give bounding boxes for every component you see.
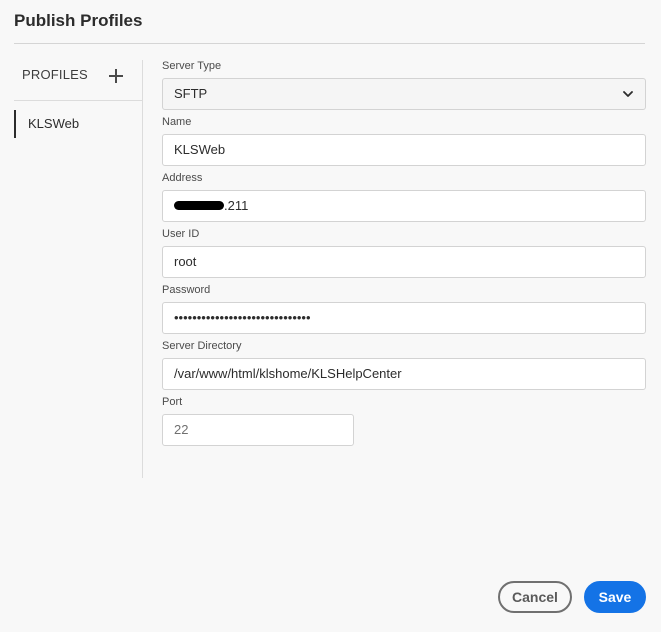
redaction-mark — [174, 201, 224, 211]
title-divider — [14, 43, 645, 44]
server-type-select[interactable]: SFTP — [162, 78, 646, 110]
port-value: 22 — [174, 422, 189, 437]
password-value: •••••••••••••••••••••••••••••• — [174, 310, 311, 325]
name-input[interactable]: KLSWeb — [162, 134, 646, 166]
user-id-value: root — [174, 254, 197, 269]
plus-icon[interactable] — [109, 69, 123, 83]
server-directory-label: Server Directory — [162, 340, 242, 352]
password-label: Password — [162, 284, 211, 296]
dialog-title: Publish Profiles — [14, 11, 143, 30]
address-input[interactable]: .211 — [162, 190, 646, 222]
server-type-label: Server Type — [162, 60, 222, 72]
profiles-sidebar: PROFILES KLSWeb — [14, 60, 143, 478]
profile-item-label: KLSWeb — [28, 116, 80, 131]
port-input[interactable]: 22 — [162, 414, 354, 446]
user-id-input[interactable]: root — [162, 246, 646, 278]
cancel-button[interactable]: Cancel — [498, 581, 572, 613]
port-label: Port — [162, 396, 183, 408]
address-value: .211 — [224, 198, 249, 213]
server-directory-value: /var/www/html/klshome/KLSHelpCenter — [174, 366, 402, 381]
sidebar-header: PROFILES — [14, 60, 142, 101]
address-label: Address — [162, 172, 203, 184]
name-value: KLSWeb — [174, 142, 226, 157]
password-input[interactable]: •••••••••••••••••••••••••••••• — [162, 302, 646, 334]
name-label: Name — [162, 116, 192, 128]
save-button[interactable]: Save — [584, 581, 646, 613]
profile-item-klsweb[interactable]: KLSWeb — [14, 110, 142, 138]
user-id-label: User ID — [162, 228, 200, 240]
server-type-value: SFTP — [174, 86, 208, 101]
server-directory-input[interactable]: /var/www/html/klshome/KLSHelpCenter — [162, 358, 646, 390]
profiles-label: PROFILES — [22, 67, 88, 82]
chevron-down-icon — [623, 91, 633, 97]
